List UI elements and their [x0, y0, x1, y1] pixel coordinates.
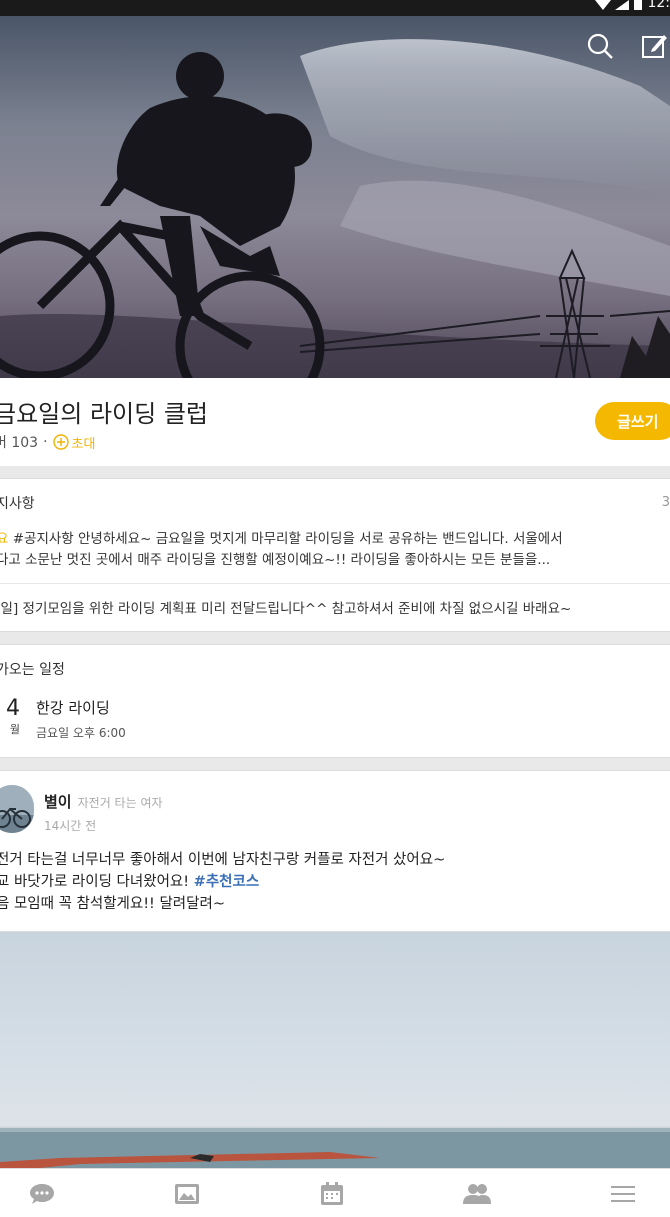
search-button[interactable] — [584, 30, 616, 62]
post-line: 음 모임때 꼭 참석할게요!! 달려달려~ — [0, 896, 225, 912]
event-day: 4 — [6, 696, 20, 721]
status-bar: 12: — [0, 0, 670, 16]
cover-image — [0, 16, 670, 378]
author-name: 별이 — [44, 793, 72, 811]
plus-circle-icon — [52, 434, 69, 450]
write-button[interactable]: 글쓰기 — [595, 402, 670, 440]
nav-members[interactable] — [462, 1181, 492, 1207]
nav-calendar[interactable] — [317, 1181, 347, 1207]
avatar-image — [0, 785, 34, 833]
compose-icon — [642, 35, 667, 58]
nav-photos[interactable] — [172, 1181, 202, 1207]
event-date: 4 월 — [0, 697, 20, 737]
bottom-navigation — [0, 1168, 670, 1217]
post-line: 교 바닷가로 라이딩 다녀왔어요! #추천코스 — [0, 871, 445, 893]
club-title: 금요일의 라이딩 클럽 — [0, 400, 208, 428]
search-icon — [587, 33, 613, 59]
compose-button[interactable] — [638, 30, 670, 62]
nav-menu[interactable] — [608, 1181, 638, 1207]
club-header: 금요일의 라이딩 클럽 버 103 · 초대 글쓰기 — [0, 378, 670, 466]
nav-chat[interactable] — [27, 1181, 57, 1207]
post-time: 14시간 전 — [44, 819, 97, 833]
avatar[interactable] — [0, 785, 34, 833]
author-description: 자전거 타는 여자 — [77, 796, 163, 810]
events-title[interactable]: 가오는 일정 — [0, 659, 65, 679]
cover-illustration — [0, 39, 670, 378]
divider — [0, 583, 670, 584]
post-author[interactable]: 별이 자전거 타는 여자 — [44, 791, 163, 812]
notice-item-text: #공지사항 안녕하세요~ 금요일을 멋지게 마무리할 라이딩을 서로 공유하는 … — [8, 531, 563, 547]
chat-icon — [30, 1184, 54, 1204]
club-meta: 버 103 · 초대 — [0, 432, 95, 452]
wifi-icon — [595, 0, 612, 10]
post-line-text: 교 바닷가로 라이딩 다녀왔어요! — [0, 874, 194, 890]
header-actions — [584, 30, 670, 62]
post-card: 별이 자전거 타는 여자 14시간 전 전거 타는걸 너무너무 좋아해서 이번에 … — [0, 770, 670, 932]
meta-separator: · — [43, 434, 48, 450]
battery-icon — [634, 0, 643, 10]
hashtag-link[interactable]: #추천코스 — [194, 874, 260, 890]
event-month: 월 — [9, 723, 20, 736]
invite-label: 초대 — [71, 436, 96, 452]
notice-item[interactable]: |일] 정기모임을 위한 라이딩 계획표 미리 전달드립니다^^ 참고하셔서 준… — [0, 597, 571, 617]
photo-icon — [175, 1184, 199, 1204]
clock: 12: — [647, 0, 670, 11]
notice-title[interactable]: 지사항 — [0, 493, 35, 513]
invite-button[interactable]: 초대 — [52, 433, 96, 452]
notice-count: 3 — [661, 495, 670, 510]
system-indicators: 12: — [595, 0, 670, 16]
notice-card: 지사항 3 요 #공지사항 안녕하세요~ 금요일을 멋지게 마무리할 라이딩을 … — [0, 478, 670, 632]
post-photo-image — [0, 1128, 670, 1168]
post-body[interactable]: 전거 타는걸 너무너무 좋아해서 이번에 남자친구랑 커플로 자전거 샀어요~ … — [0, 849, 445, 915]
signal-icon — [615, 0, 630, 10]
members-icon — [463, 1184, 491, 1204]
member-count[interactable]: 버 103 — [0, 432, 38, 452]
calendar-icon — [321, 1182, 343, 1205]
upcoming-events-card: 가오는 일정 4 월 한강 라이딩 금요일 오후 6:00 — [0, 644, 670, 758]
post-line: 전거 타는걸 너무너무 좋아해서 이번에 남자친구랑 커플로 자전거 샀어요~ — [0, 852, 446, 868]
notice-item[interactable]: 요 #공지사항 안녕하세요~ 금요일을 멋지게 마무리할 라이딩을 서로 공유하… — [0, 529, 656, 571]
event-name[interactable]: 한강 라이딩 — [36, 697, 110, 718]
notice-item-text-cont: 다고 소문난 멋진 곳에서 매주 라이딩을 진행할 예정이예요~!! 라이딩을 … — [0, 552, 551, 568]
post-photo[interactable] — [0, 932, 670, 1168]
event-time: 금요일 오후 6:00 — [36, 726, 126, 740]
menu-icon — [611, 1186, 635, 1202]
